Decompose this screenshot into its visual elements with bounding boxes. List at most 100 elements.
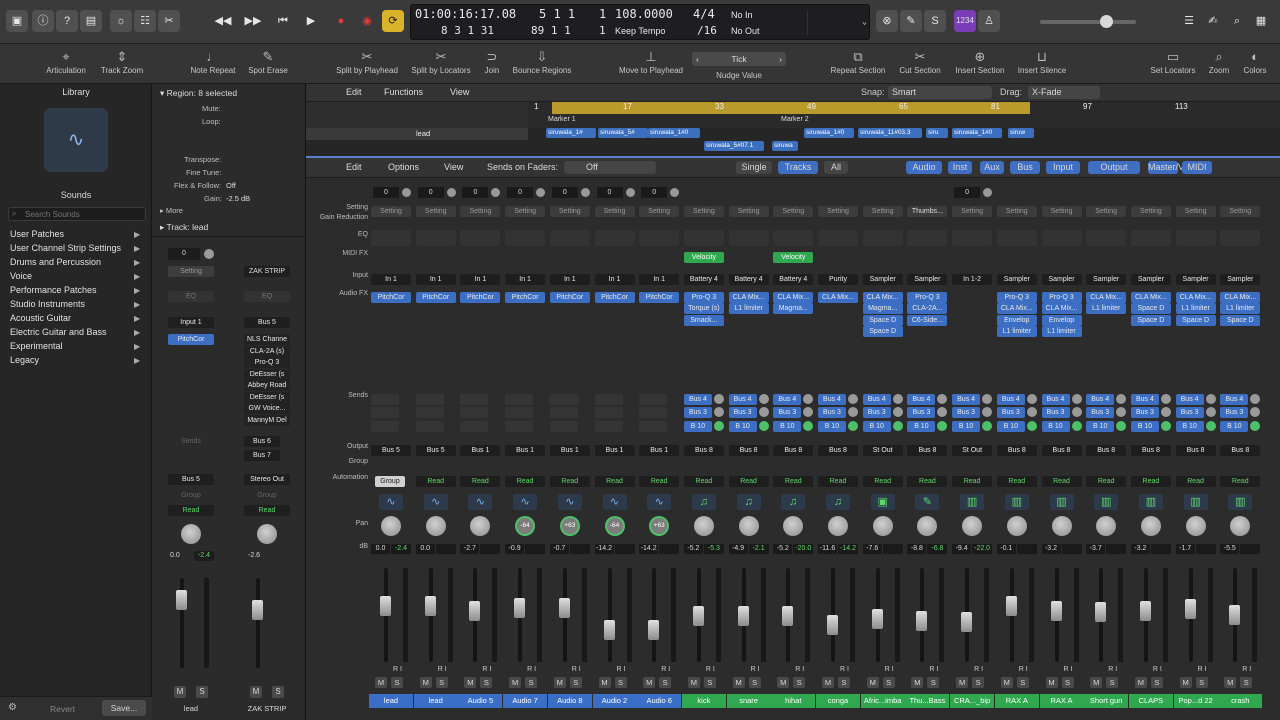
strip-name[interactable]: Audio 2 <box>592 694 637 708</box>
strip-audio-fx[interactable]: Pro-Q 3 <box>1041 292 1082 303</box>
strip-pan-knob[interactable] <box>1051 516 1072 536</box>
strip-pan-knob[interactable] <box>738 516 759 536</box>
strip-fader[interactable] <box>558 597 570 618</box>
tracks-menu-view[interactable]: View <box>450 87 469 97</box>
mixer-toggle-icon[interactable]: ☷ <box>134 10 156 32</box>
strip-automation[interactable]: Read <box>1220 476 1261 487</box>
strip-mute-button[interactable]: M <box>375 677 387 688</box>
strip-volume-box[interactable]: 0 <box>462 187 489 198</box>
gain-value[interactable]: -2.5 dB <box>226 194 250 203</box>
inspector-toggle-icon[interactable]: ⓘ <box>32 10 54 32</box>
strip-audio-fx[interactable]: PitchCor <box>639 292 680 303</box>
strip-pan-knob[interactable] <box>693 516 714 536</box>
send-level-knob[interactable] <box>1250 394 1261 404</box>
strip-automation[interactable]: Read <box>728 476 769 487</box>
strip-pan-knob[interactable]: +63 <box>559 516 580 536</box>
strip-fader[interactable] <box>424 596 436 617</box>
strip-send[interactable]: Bus 4 <box>683 394 712 405</box>
strip-send[interactable]: Bus 3 <box>862 407 891 419</box>
strip-fader[interactable] <box>648 619 660 640</box>
strip-eq[interactable] <box>639 230 680 246</box>
strip-input[interactable]: Battery 4 <box>728 274 769 285</box>
strip-pan-knob[interactable] <box>1006 516 1027 536</box>
strip-audio-fx[interactable]: PitchCor <box>460 292 501 303</box>
strip-a-fader[interactable] <box>176 590 187 610</box>
strip-fader[interactable] <box>1050 601 1062 622</box>
send-level-knob[interactable] <box>1250 420 1261 431</box>
strip-pan-knob[interactable] <box>917 516 938 536</box>
strip-fader[interactable] <box>782 606 794 627</box>
strip-mute-button[interactable]: M <box>1179 677 1192 688</box>
strip-trim-knob[interactable] <box>446 188 456 197</box>
strip-solo-button[interactable]: S <box>614 677 627 688</box>
strip-b-plugin[interactable]: MannyM Del <box>244 414 290 426</box>
strip-b-db[interactable]: -2.6 <box>248 552 260 559</box>
loop-browser-icon[interactable]: ⌕ <box>1226 10 1248 32</box>
strip-setting[interactable]: Setting <box>415 206 456 217</box>
strip-mute-button[interactable]: M <box>1224 677 1237 688</box>
strip-automation[interactable]: Read <box>952 476 993 487</box>
strip-solo-button[interactable]: S <box>882 677 895 688</box>
strip-name[interactable]: crash <box>1218 694 1263 708</box>
send-level-knob[interactable] <box>1205 394 1216 404</box>
strip-audio-fx[interactable]: Torque (s) <box>683 303 724 315</box>
strip-send-empty[interactable] <box>415 420 444 432</box>
library-item[interactable]: Drums and Percussion <box>10 257 101 267</box>
strip-solo-button[interactable]: S <box>1106 677 1119 688</box>
strip-pan-knob[interactable] <box>962 516 983 536</box>
strip-input[interactable]: In 1 <box>415 274 456 285</box>
strip-send[interactable]: Bus 4 <box>996 394 1025 405</box>
smart-controls-icon[interactable]: ☼ <box>110 10 132 32</box>
strip-input[interactable]: In 1 <box>549 274 590 285</box>
library-item[interactable]: Electric Guitar and Bass <box>10 327 107 337</box>
strip-send[interactable]: Bus 4 <box>907 394 936 405</box>
strip-b-mute-button[interactable]: M <box>250 686 262 698</box>
strip-output[interactable]: St Out <box>862 445 903 456</box>
strip-a-pan-knob[interactable] <box>181 524 201 544</box>
strip-mute-button[interactable]: M <box>1090 677 1103 688</box>
strip-input[interactable]: In 1 <box>594 274 635 285</box>
send-level-knob[interactable] <box>1116 407 1127 418</box>
strip-db[interactable]: 0.0 <box>415 544 435 554</box>
strip-audio-fx[interactable]: PitchCor <box>594 292 635 303</box>
strip-b-plugin[interactable]: GW Voice... <box>244 403 290 414</box>
strip-name[interactable]: RAX A <box>1039 694 1084 708</box>
strip-send[interactable]: Bus 4 <box>1220 394 1249 405</box>
strip-b-plugin[interactable]: DeEsser (s <box>244 391 290 403</box>
strip-solo-button[interactable]: S <box>1195 677 1208 688</box>
strip-send-empty[interactable] <box>460 394 489 405</box>
strip-b-fader[interactable] <box>252 600 263 620</box>
strip-record-input-icon[interactable]: R I <box>974 666 983 673</box>
send-level-knob[interactable] <box>937 407 948 418</box>
strip-name[interactable]: Audio 7 <box>503 694 548 708</box>
gear-icon[interactable]: ⚙ <box>8 702 17 713</box>
strip-send-empty[interactable] <box>371 407 399 419</box>
strip-solo-button[interactable]: S <box>569 677 582 688</box>
strip-output[interactable]: Bus 8 <box>683 445 724 456</box>
send-level-knob[interactable] <box>848 407 858 418</box>
strip-input[interactable]: Sampler <box>996 274 1037 285</box>
strip-send-empty[interactable] <box>549 420 578 432</box>
chevron-left-icon[interactable]: ‹ <box>696 52 699 66</box>
rewind-button[interactable]: ◀◀ <box>212 10 234 32</box>
strip-audio-fx[interactable]: Space D <box>862 325 903 337</box>
send-level-knob[interactable] <box>937 420 948 431</box>
strip-pan-knob[interactable] <box>1185 516 1206 536</box>
send-level-knob[interactable] <box>1071 407 1082 418</box>
audio-region[interactable]: siruwala_5#07.1 <box>704 141 764 151</box>
strip-fader[interactable] <box>916 610 928 631</box>
strip-pan-knob[interactable] <box>470 516 491 536</box>
strip-b-pan-knob[interactable] <box>257 524 277 544</box>
strip-audio-fx[interactable]: CLA Mix... <box>728 292 769 303</box>
nudge-value-selector[interactable]: ‹ Tick › <box>692 52 786 66</box>
strip-b-plugin[interactable]: NLS Channe <box>244 334 290 345</box>
strip-input[interactable]: Sampler <box>1220 274 1261 285</box>
strip-eq[interactable] <box>907 230 948 246</box>
strip-setting[interactable]: Setting <box>639 206 680 217</box>
strip-audio-fx[interactable]: CLA Mix... <box>996 303 1037 315</box>
strip-b-group[interactable]: Group <box>244 490 290 501</box>
send-level-knob[interactable] <box>1250 407 1261 418</box>
strip-db[interactable]: -9.4 <box>952 544 972 554</box>
strip-solo-button[interactable]: S <box>793 677 806 688</box>
strip-a-input[interactable]: Input 1 <box>168 317 214 328</box>
